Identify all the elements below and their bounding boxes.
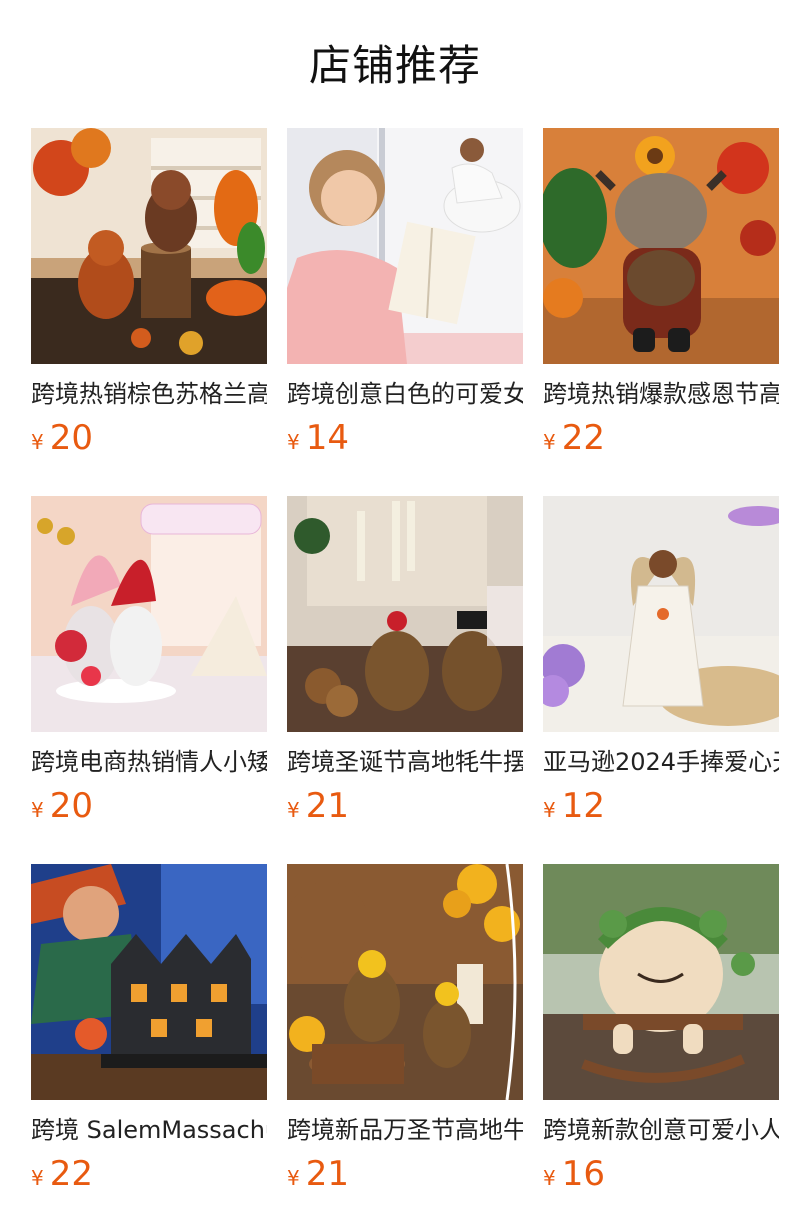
product-image[interactable]: [287, 496, 523, 732]
currency-symbol: ¥: [31, 1166, 44, 1190]
currency-symbol: ¥: [31, 430, 44, 454]
product-name[interactable]: 跨境新品万圣节高地牛摆件: [287, 1114, 523, 1146]
product-card[interactable]: 跨境 SalemMassachusetts 房屋摆件 ¥22: [31, 864, 267, 1194]
product-card[interactable]: 跨境新款创意可爱小人花盆 ¥16: [543, 864, 779, 1194]
price-value: 22: [49, 1154, 93, 1194]
product-price: ¥16: [543, 1154, 779, 1194]
product-price: ¥12: [543, 786, 779, 826]
product-name[interactable]: 跨境热销爆款感恩节高地牛摆件: [543, 378, 779, 410]
currency-symbol: ¥: [543, 1166, 556, 1190]
currency-symbol: ¥: [287, 798, 300, 822]
product-image[interactable]: [31, 128, 267, 364]
product-name[interactable]: 跨境电商热销情人小矮人摆件: [31, 746, 267, 778]
price-value: 16: [561, 1154, 605, 1194]
product-image[interactable]: [543, 496, 779, 732]
product-card[interactable]: 跨境圣诞节高地牦牛摆件 ¥21: [287, 496, 523, 826]
price-value: 12: [561, 786, 605, 826]
product-image[interactable]: [543, 128, 779, 364]
product-price: ¥21: [287, 786, 523, 826]
currency-symbol: ¥: [543, 430, 556, 454]
product-card[interactable]: 亚马逊2024手捧爱心天使摆件 ¥12: [543, 496, 779, 826]
product-price: ¥22: [31, 1154, 267, 1194]
price-value: 21: [305, 1154, 349, 1194]
price-value: 20: [49, 786, 93, 826]
product-card[interactable]: 跨境热销棕色苏格兰高地牛摆件 ¥20: [31, 128, 267, 458]
product-card[interactable]: 跨境新品万圣节高地牛摆件 ¥21: [287, 864, 523, 1194]
product-price: ¥22: [543, 418, 779, 458]
product-price: ¥14: [287, 418, 523, 458]
product-name[interactable]: 亚马逊2024手捧爱心天使摆件: [543, 746, 779, 778]
product-image[interactable]: [287, 864, 523, 1100]
product-card[interactable]: 跨境热销爆款感恩节高地牛摆件 ¥22: [543, 128, 779, 458]
product-image[interactable]: [31, 496, 267, 732]
product-name[interactable]: 跨境热销棕色苏格兰高地牛摆件: [31, 378, 267, 410]
currency-symbol: ¥: [287, 1166, 300, 1190]
product-name[interactable]: 跨境圣诞节高地牦牛摆件: [287, 746, 523, 778]
price-value: 20: [49, 418, 93, 458]
product-card[interactable]: 跨境创意白色的可爱女孩读书摆件 ¥14: [287, 128, 523, 458]
product-name[interactable]: 跨境新款创意可爱小人花盆: [543, 1114, 779, 1146]
currency-symbol: ¥: [31, 798, 44, 822]
currency-symbol: ¥: [543, 798, 556, 822]
currency-symbol: ¥: [287, 430, 300, 454]
product-price: ¥20: [31, 786, 267, 826]
section-title: 店铺推荐: [308, 41, 481, 90]
product-name[interactable]: 跨境创意白色的可爱女孩读书摆件: [287, 378, 523, 410]
price-value: 22: [561, 418, 605, 458]
product-card[interactable]: 跨境电商热销情人小矮人摆件 ¥20: [31, 496, 267, 826]
product-image[interactable]: [31, 864, 267, 1100]
product-image[interactable]: [287, 128, 523, 364]
product-name[interactable]: 跨境 SalemMassachusetts 房屋摆件: [31, 1114, 267, 1146]
product-price: ¥20: [31, 418, 267, 458]
product-image[interactable]: [543, 864, 779, 1100]
price-value: 14: [305, 418, 349, 458]
product-price: ¥21: [287, 1154, 523, 1194]
price-value: 21: [305, 786, 349, 826]
